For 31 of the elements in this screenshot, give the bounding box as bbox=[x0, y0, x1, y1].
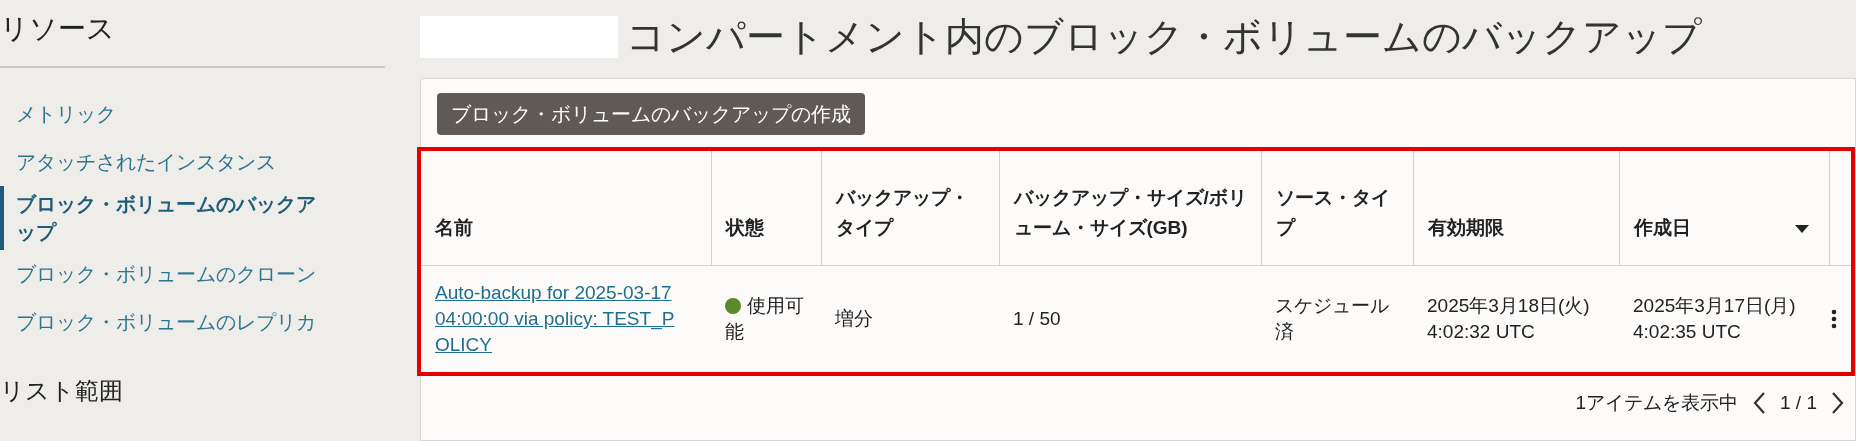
column-header[interactable]: 名前 bbox=[435, 213, 699, 243]
column-header[interactable]: 状態 bbox=[725, 213, 809, 243]
table-cell: 1 / 50 bbox=[1013, 308, 1061, 329]
sidebar-item[interactable]: ブロック・ボリュームのバックアップ bbox=[0, 186, 328, 250]
table-cell: スケジュール済 bbox=[1275, 295, 1389, 342]
sidebar-item[interactable]: アタッチされたインスタンス bbox=[0, 138, 328, 186]
item-count: 1アイテムを表示中 bbox=[1575, 391, 1738, 415]
table-cell: 2025年3月17日(月) 4:02:35 UTC bbox=[1633, 295, 1796, 342]
chevron-left-icon bbox=[1752, 391, 1766, 415]
column-header[interactable]: バックアップ・サイズ/ボリューム・サイズ(GB) bbox=[1013, 183, 1249, 243]
page-indicator: 1 / 1 bbox=[1780, 392, 1817, 414]
next-page-button[interactable] bbox=[1831, 391, 1845, 415]
column-header[interactable]: ソース・タイプ bbox=[1275, 183, 1401, 243]
table-cell: 2025年3月18日(火) 4:02:32 UTC bbox=[1427, 295, 1590, 342]
kebab-menu-icon bbox=[1831, 309, 1837, 329]
sidebar-item[interactable]: ブロック・ボリュームのクローン bbox=[0, 250, 328, 298]
column-header[interactable]: 作成日 bbox=[1633, 213, 1691, 243]
page-title: コンパートメント内のブロック・ボリュームのバックアップ bbox=[626, 14, 1702, 60]
sidebar-item[interactable]: ブロック・ボリュームのレプリカ bbox=[0, 298, 328, 346]
previous-page-button[interactable] bbox=[1752, 391, 1766, 415]
create-backup-button[interactable]: ブロック・ボリュームのバックアップの作成 bbox=[437, 93, 865, 135]
sidebar-title: リソース bbox=[0, 12, 116, 46]
backup-name-link[interactable]: Auto-backup for 2025-03-17 04:00:00 via policy: TEST_POLICY bbox=[435, 280, 685, 358]
status-text: 使用可能 bbox=[725, 295, 804, 342]
column-header[interactable]: 有効期限 bbox=[1427, 213, 1607, 243]
table-cell: 増分 bbox=[835, 308, 873, 329]
chevron-right-icon bbox=[1831, 391, 1845, 415]
column-header[interactable]: バックアップ・タイプ bbox=[835, 183, 987, 243]
sidebar-item[interactable]: メトリック bbox=[0, 90, 328, 138]
sort-descending-icon[interactable] bbox=[1794, 225, 1809, 233]
section-title: リスト範囲 bbox=[0, 376, 124, 406]
